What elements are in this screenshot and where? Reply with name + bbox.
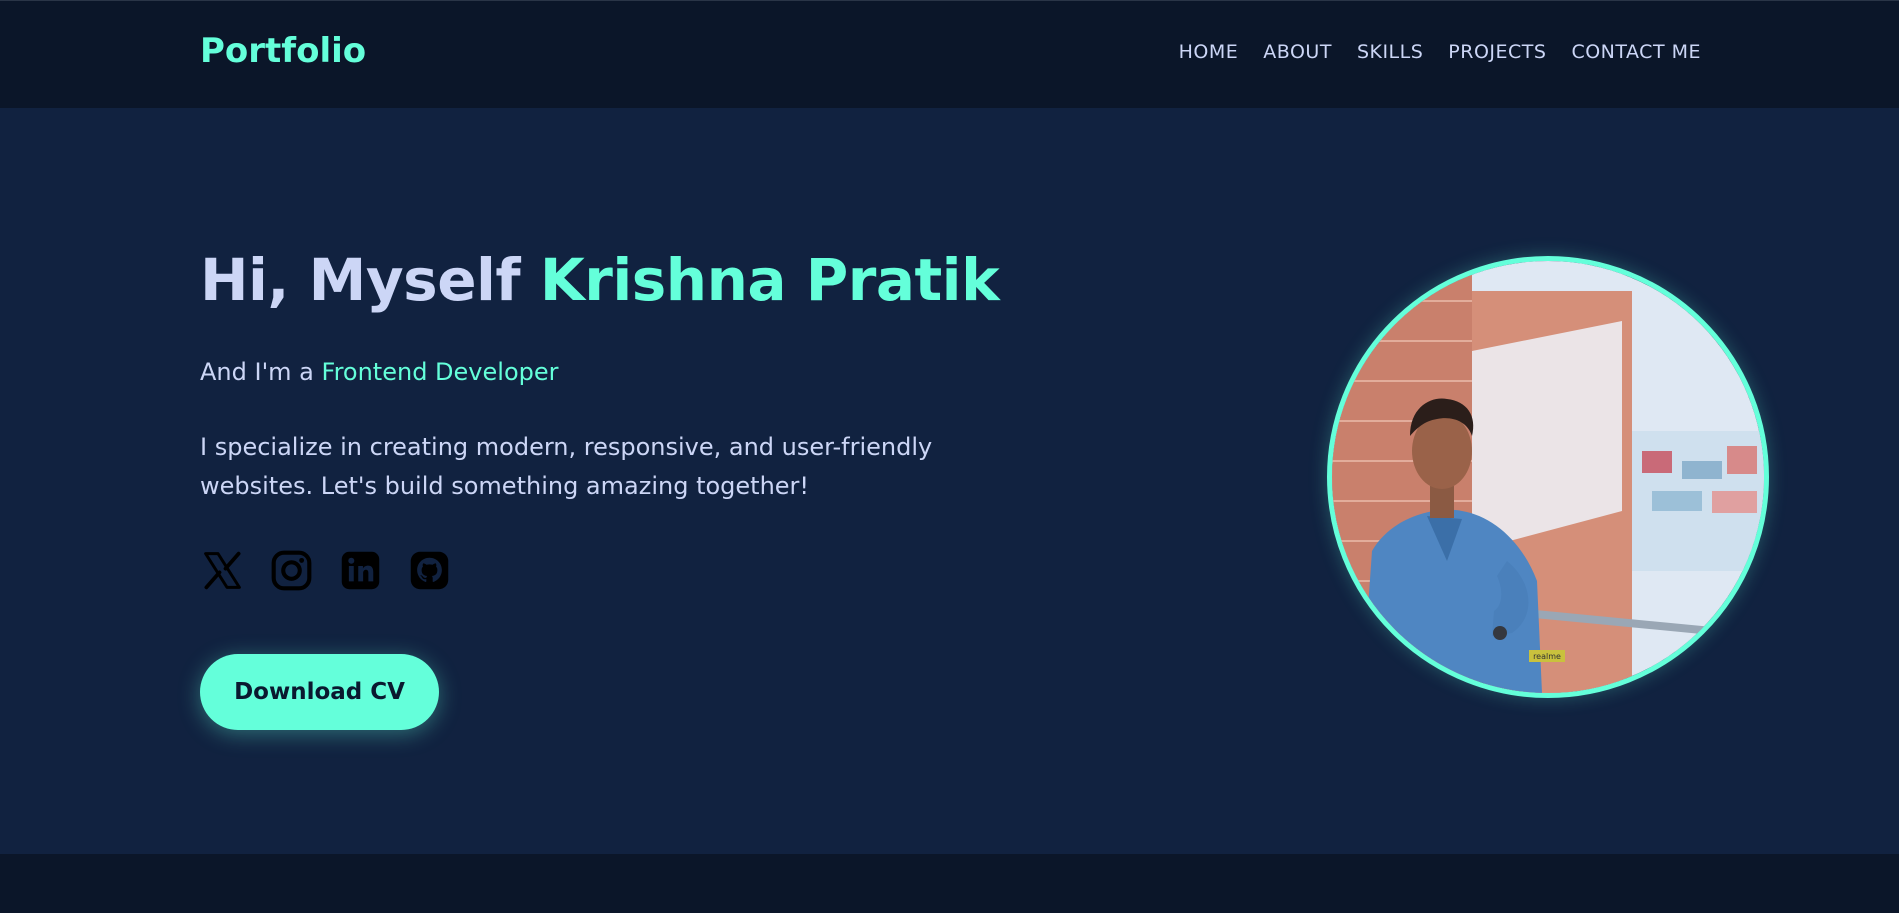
hero-title-prefix: Hi, Myself	[200, 246, 540, 314]
footer-strip	[0, 854, 1899, 913]
hero-title: Hi, Myself Krishna Pratik	[200, 246, 1000, 314]
role-text: Frontend Developer	[321, 358, 559, 386]
profile-photo: realme	[1327, 256, 1769, 698]
nav-contact-link[interactable]: CONTACT ME	[1571, 41, 1701, 63]
download-cv-button[interactable]: Download CV	[200, 654, 439, 730]
github-icon[interactable]	[407, 548, 452, 593]
linkedin-icon[interactable]	[338, 548, 383, 593]
nav-home-link[interactable]: HOME	[1179, 41, 1239, 63]
navbar: Portfolio HOME ABOUT SKILLS PROJECTS CON…	[0, 0, 1899, 108]
hero-section: Hi, Myself Krishna Pratik And I'm a Fron…	[0, 108, 1899, 854]
hero-name: Krishna Pratik	[539, 246, 1000, 314]
photo-badge-text: realme	[1533, 652, 1561, 661]
hero-description: I specialize in creating modern, respons…	[200, 433, 933, 500]
profile-photo-image: realme	[1332, 261, 1764, 693]
subtitle-prefix: And I'm a	[200, 358, 322, 386]
nav-links: HOME ABOUT SKILLS PROJECTS CONTACT ME	[1179, 41, 1701, 63]
brand-logo[interactable]: Portfolio	[200, 31, 366, 71]
x-icon[interactable]	[200, 548, 245, 593]
hero-subtitle: And I'm a Frontend Developer	[200, 358, 559, 386]
nav-about-link[interactable]: ABOUT	[1263, 41, 1332, 63]
social-links	[200, 548, 452, 593]
instagram-icon[interactable]	[269, 548, 314, 593]
nav-projects-link[interactable]: PROJECTS	[1448, 41, 1546, 63]
nav-skills-link[interactable]: SKILLS	[1357, 41, 1423, 63]
